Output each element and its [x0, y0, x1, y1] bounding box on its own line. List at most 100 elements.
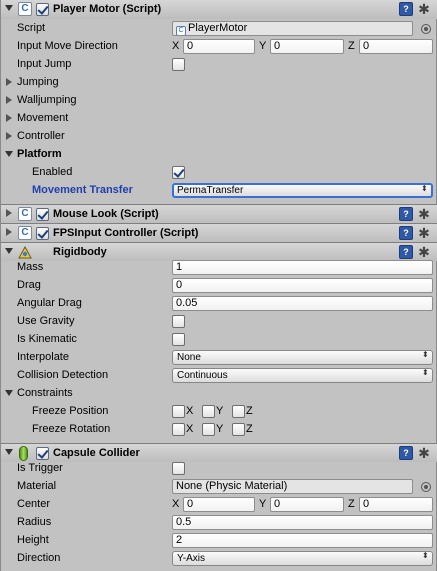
material-field[interactable]: None (Physic Material) [172, 479, 413, 494]
component-header-fps-input[interactable]: C FPSInput Controller (Script) ? ✱ [1, 223, 437, 242]
inspector-panel: C Player Motor (Script) ? ✱ Script C Play… [0, 0, 437, 571]
enabled-checkbox[interactable] [172, 166, 185, 179]
foldout-closed-icon[interactable] [6, 78, 12, 86]
freeze-position-x-checkbox[interactable] [172, 405, 185, 418]
input-jump-label: Input Jump [17, 58, 72, 70]
axis-y-label: Y [216, 423, 224, 435]
script-field[interactable]: C PlayerMotor [172, 21, 413, 36]
help-icon[interactable]: ? [399, 226, 413, 240]
foldout-closed-icon[interactable] [6, 96, 12, 104]
axis-x-label: X [186, 405, 194, 417]
component-header-mouse-look[interactable]: C Mouse Look (Script) ? ✱ [1, 204, 437, 223]
platform-enabled-row: Enabled [1, 164, 437, 182]
input-move-row: Input Move Direction X 0 Y 0 Z 0 [1, 38, 437, 56]
axis-x-label: X [186, 423, 194, 435]
capsule-collider-icon [19, 446, 28, 461]
gear-icon[interactable]: ✱ [416, 1, 432, 17]
drag-field[interactable]: 0 [172, 278, 433, 293]
freeze-rotation-y-checkbox[interactable] [202, 423, 215, 436]
freeze-position-z-checkbox[interactable] [232, 405, 245, 418]
use-gravity-checkbox[interactable] [172, 315, 185, 328]
foldout-controller[interactable]: Controller [1, 128, 437, 146]
component-title: Capsule Collider [53, 447, 140, 459]
movement-transfer-value: PermaTransfer [177, 185, 244, 196]
component-header-player-motor[interactable]: C Player Motor (Script) ? ✱ [1, 0, 437, 19]
mass-row: Mass 1 [1, 259, 437, 277]
foldout-jumping[interactable]: Jumping [1, 74, 437, 92]
foldout-movement[interactable]: Movement [1, 110, 437, 128]
component-enabled-checkbox[interactable] [36, 227, 49, 240]
foldout-walljumping[interactable]: Walljumping [1, 92, 437, 110]
object-picker-icon[interactable] [421, 24, 431, 34]
help-icon[interactable]: ? [399, 446, 413, 460]
axis-y-label: Y [259, 40, 267, 52]
is-kinematic-label: Is Kinematic [17, 333, 77, 345]
object-picker-icon[interactable] [421, 482, 431, 492]
input-jump-checkbox[interactable] [172, 58, 185, 71]
axis-z-label: Z [348, 498, 355, 510]
input-jump-row: Input Jump [1, 56, 437, 74]
foldout-closed-icon[interactable] [6, 114, 12, 122]
direction-dropdown[interactable]: Y-Axis ⬍ [172, 551, 433, 566]
freeze-position-label: Freeze Position [32, 405, 109, 417]
collision-detection-dropdown[interactable]: Continuous ⬍ [172, 368, 433, 383]
movement-transfer-dropdown[interactable]: PermaTransfer ⬍ [172, 183, 433, 198]
freeze-position-y-checkbox[interactable] [202, 405, 215, 418]
mass-field[interactable]: 1 [172, 260, 433, 275]
angular-drag-field[interactable]: 0.05 [172, 296, 433, 311]
foldout-open-icon[interactable] [5, 248, 13, 254]
use-gravity-row: Use Gravity [1, 313, 437, 331]
foldout-constraints[interactable]: Constraints [1, 385, 437, 403]
is-kinematic-row: Is Kinematic [1, 331, 437, 349]
drag-row: Drag 0 [1, 277, 437, 295]
help-icon[interactable]: ? [399, 245, 413, 259]
script-row: Script C PlayerMotor [1, 20, 437, 38]
component-enabled-checkbox[interactable] [36, 3, 49, 16]
is-kinematic-checkbox[interactable] [172, 333, 185, 346]
axis-z-label: Z [348, 40, 355, 52]
foldout-open-icon[interactable] [5, 449, 13, 455]
component-enabled-checkbox[interactable] [36, 208, 49, 221]
freeze-rotation-z-checkbox[interactable] [232, 423, 245, 436]
gear-icon[interactable]: ✱ [416, 445, 432, 461]
radius-field[interactable]: 0.5 [172, 515, 433, 530]
foldout-closed-icon[interactable] [6, 209, 12, 217]
center-z-field[interactable]: 0 [359, 497, 433, 512]
foldout-open-icon[interactable] [5, 151, 13, 157]
interpolate-dropdown[interactable]: None ⬍ [172, 350, 433, 365]
script-icon: C [18, 207, 32, 221]
input-move-label: Input Move Direction [17, 40, 118, 52]
foldout-closed-icon[interactable] [6, 132, 12, 140]
input-move-z-field[interactable]: 0 [359, 39, 433, 54]
gear-icon[interactable]: ✱ [416, 206, 432, 222]
axis-z-label: Z [246, 405, 253, 417]
help-icon[interactable]: ? [399, 2, 413, 16]
movement-transfer-row: Movement Transfer PermaTransfer ⬍ [1, 182, 437, 200]
foldout-closed-icon[interactable] [6, 228, 12, 236]
help-icon[interactable]: ? [399, 207, 413, 221]
height-field[interactable]: 2 [172, 533, 433, 548]
foldout-open-icon[interactable] [5, 390, 13, 396]
input-move-y-field[interactable]: 0 [270, 39, 344, 54]
input-move-x-field[interactable]: 0 [183, 39, 255, 54]
freeze-rotation-x-checkbox[interactable] [172, 423, 185, 436]
interpolate-label: Interpolate [17, 351, 69, 363]
center-label: Center [17, 498, 51, 510]
component-title: Mouse Look (Script) [53, 208, 159, 220]
foldout-platform[interactable]: Platform [1, 146, 437, 164]
center-x-field[interactable]: 0 [183, 497, 255, 512]
foldout-platform-label: Platform [17, 148, 62, 160]
material-label: Material [17, 480, 57, 492]
dropdown-arrow-icon: ⬍ [422, 350, 429, 359]
collision-detection-row: Collision Detection Continuous ⬍ [1, 367, 437, 385]
mass-label: Mass [17, 261, 44, 273]
gear-icon[interactable]: ✱ [416, 244, 432, 260]
foldout-open-icon[interactable] [5, 5, 13, 11]
script-icon: C [18, 226, 32, 240]
is-trigger-checkbox[interactable] [172, 462, 185, 475]
gear-icon[interactable]: ✱ [416, 225, 432, 241]
component-enabled-checkbox[interactable] [36, 447, 49, 460]
foldout-movement-label: Movement [17, 112, 69, 124]
center-y-field[interactable]: 0 [270, 497, 344, 512]
collision-detection-value: Continuous [177, 370, 228, 381]
